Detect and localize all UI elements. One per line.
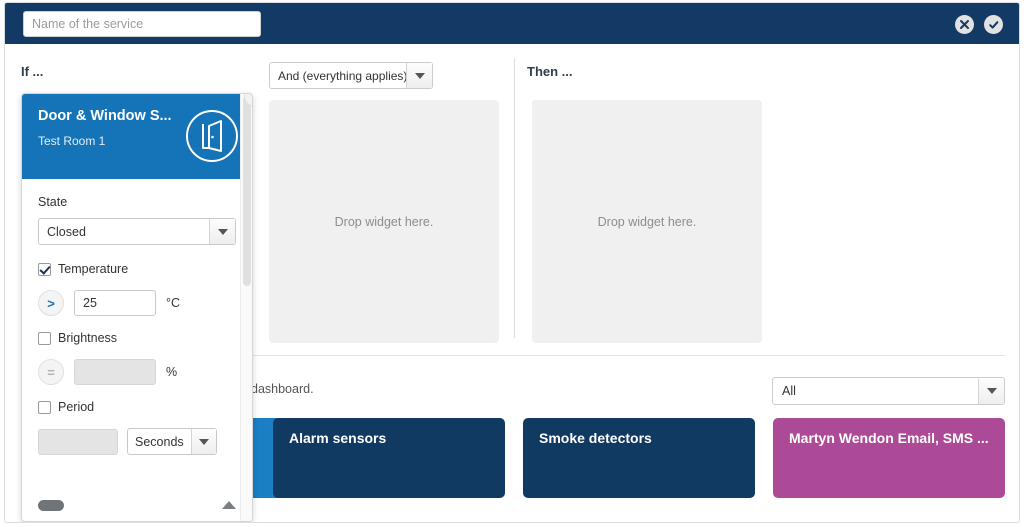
chevron-down-icon[interactable] bbox=[209, 219, 235, 244]
temperature-value-input[interactable] bbox=[74, 290, 156, 316]
top-header bbox=[5, 3, 1019, 44]
dashboard-tile[interactable]: Smoke detectors bbox=[523, 418, 755, 498]
config-panel-scrollbar[interactable] bbox=[240, 94, 252, 521]
if-dropzone-label: Drop widget here. bbox=[334, 214, 434, 229]
period-label: Period bbox=[58, 400, 95, 414]
state-label: State bbox=[38, 195, 68, 209]
header-actions bbox=[955, 15, 1003, 34]
combine-mode-value: And (everything applies) bbox=[278, 68, 406, 83]
brightness-check-row[interactable]: Brightness bbox=[38, 331, 236, 345]
period-unit-value: Seconds bbox=[135, 434, 184, 449]
toggle-pill[interactable] bbox=[38, 499, 64, 511]
temperature-check-row[interactable]: Temperature bbox=[38, 262, 236, 276]
app-root: If ... Then ... And (everything applies)… bbox=[0, 0, 1024, 527]
chevron-down-icon[interactable] bbox=[978, 378, 1004, 404]
dashboard-filter-select[interactable]: All bbox=[772, 377, 1005, 405]
door-icon bbox=[186, 110, 238, 162]
section-divider bbox=[514, 58, 515, 338]
dashboard-caption: dashboard. bbox=[251, 382, 314, 396]
temperature-operator-button[interactable]: > bbox=[38, 290, 64, 316]
state-value: Closed bbox=[47, 224, 86, 239]
brightness-value-input[interactable] bbox=[74, 359, 156, 385]
window-frame: If ... Then ... And (everything applies)… bbox=[4, 2, 1020, 523]
brightness-label: Brightness bbox=[58, 331, 118, 345]
tile-label: Martyn Wendon Email, SMS ... bbox=[789, 430, 989, 446]
then-dropzone-label: Drop widget here. bbox=[597, 214, 697, 229]
chevron-down-icon[interactable] bbox=[190, 429, 216, 454]
dashboard-filter-value: All bbox=[782, 384, 796, 398]
close-icon[interactable] bbox=[955, 15, 974, 34]
if-section-label: If ... bbox=[21, 64, 44, 79]
period-condition-row: Seconds bbox=[38, 428, 236, 455]
then-section-label: Then ... bbox=[527, 64, 573, 79]
brightness-operator-button[interactable]: = bbox=[38, 359, 64, 385]
then-dropzone[interactable]: Drop widget here. bbox=[532, 100, 762, 343]
period-value-input[interactable] bbox=[38, 428, 118, 455]
combine-mode-select[interactable]: And (everything applies) bbox=[269, 62, 433, 89]
temperature-checkbox[interactable] bbox=[38, 262, 51, 276]
brightness-unit: % bbox=[166, 365, 178, 379]
tile-label: Smoke detectors bbox=[539, 430, 652, 446]
config-panel-footer bbox=[22, 488, 252, 521]
chevron-up-icon[interactable] bbox=[222, 501, 236, 509]
service-name-input[interactable] bbox=[23, 11, 261, 37]
dashboard-tile[interactable]: Martyn Wendon Email, SMS ... bbox=[773, 418, 1005, 498]
if-dropzone[interactable]: Drop widget here. bbox=[269, 100, 499, 343]
period-check-row[interactable]: Period bbox=[38, 400, 236, 414]
state-select[interactable]: Closed bbox=[38, 218, 236, 245]
check-icon[interactable] bbox=[984, 15, 1003, 34]
period-unit-select[interactable]: Seconds bbox=[127, 428, 217, 455]
brightness-checkbox[interactable] bbox=[38, 331, 51, 345]
brightness-condition-row: = % bbox=[38, 359, 236, 385]
tile-label: Alarm sensors bbox=[289, 430, 387, 446]
chevron-down-icon[interactable] bbox=[406, 63, 432, 88]
temperature-condition-row: > °C bbox=[38, 290, 236, 316]
device-card-header: Door & Window S... Test Room 1 bbox=[22, 94, 252, 179]
period-checkbox[interactable] bbox=[38, 400, 51, 414]
scrollbar-thumb[interactable] bbox=[243, 96, 251, 286]
temperature-label: Temperature bbox=[58, 262, 129, 276]
config-panel-body: State Closed Temperature > °C bbox=[22, 179, 252, 521]
temperature-unit: °C bbox=[166, 296, 181, 310]
widget-config-panel: Door & Window S... Test Room 1 State Clo… bbox=[21, 93, 253, 522]
dashboard-tile[interactable]: Alarm sensors bbox=[273, 418, 505, 498]
